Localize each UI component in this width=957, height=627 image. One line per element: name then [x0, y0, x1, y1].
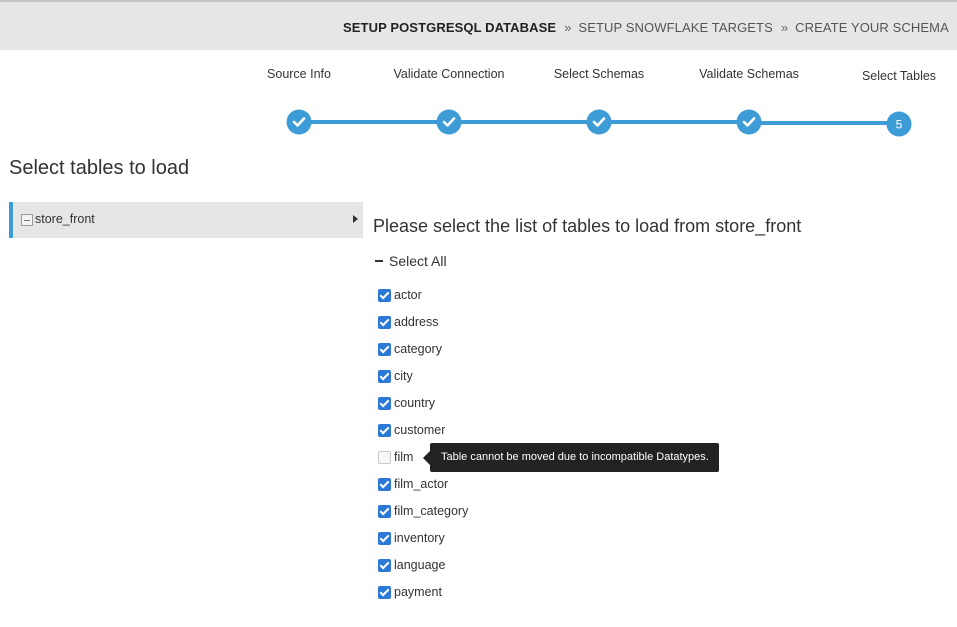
step-number: 5: [895, 117, 903, 131]
step-connector: [599, 120, 749, 124]
breadcrumb-step-setup-postgresql[interactable]: SETUP POSTGRESQL DATABASE: [343, 20, 556, 35]
breadcrumb-step-setup-snowflake[interactable]: SETUP SNOWFLAKE TARGETS: [578, 20, 772, 35]
table-row[interactable]: country: [378, 395, 468, 422]
table-checkbox[interactable]: [378, 370, 391, 383]
table-checkbox[interactable]: [378, 424, 391, 437]
table-name: category: [394, 342, 442, 356]
table-row[interactable]: film_actor: [378, 476, 468, 503]
table-name: film_actor: [394, 477, 449, 491]
table-checkbox-disabled: [378, 451, 391, 464]
step-connector: [299, 120, 449, 124]
step-complete-validate-schemas[interactable]: [736, 109, 762, 135]
step-complete-source-info[interactable]: [286, 109, 312, 135]
table-row[interactable]: inventory: [378, 530, 468, 557]
breadcrumb: SETUP POSTGRESQL DATABASE » SETUP SNOWFL…: [343, 17, 957, 37]
incompatible-table-tooltip: Table cannot be moved due to incompatibl…: [423, 443, 719, 472]
checkmark-icon: [292, 117, 306, 127]
tables-panel-heading: Please select the list of tables to load…: [373, 216, 802, 236]
table-checkbox[interactable]: [378, 478, 391, 491]
checkmark-icon: [742, 117, 756, 127]
step-label-validate-schemas: Validate Schemas: [699, 67, 799, 81]
top-bar: SETUP POSTGRESQL DATABASE » SETUP SNOWFL…: [0, 0, 957, 50]
checkmark-icon: [442, 117, 456, 127]
table-row[interactable]: film_category: [378, 503, 468, 530]
checkmark-icon: [592, 117, 606, 127]
table-row[interactable]: payment: [378, 584, 468, 611]
table-name: city: [394, 369, 413, 383]
breadcrumb-separator: »: [780, 19, 789, 35]
table-checkbox[interactable]: [378, 397, 391, 410]
table-name: address: [394, 315, 439, 329]
table-checkbox[interactable]: [378, 586, 391, 599]
table-checkbox[interactable]: [378, 559, 391, 572]
table-name: film_category: [394, 504, 469, 518]
select-all-toggle[interactable]: Select All: [375, 253, 447, 269]
table-checkbox[interactable]: [378, 289, 391, 302]
step-current-select-tables: 5: [886, 111, 912, 137]
table-row[interactable]: category: [378, 341, 468, 368]
table-name: payment: [394, 585, 442, 599]
step-complete-select-schemas[interactable]: [586, 109, 612, 135]
step-label-source-info: Source Info: [267, 67, 331, 81]
step-label-validate-connection: Validate Connection: [393, 67, 505, 81]
step-connector: [449, 120, 599, 124]
breadcrumb-separator: »: [564, 19, 572, 35]
table-row[interactable]: city: [378, 368, 468, 395]
select-all-label: Select All: [389, 253, 447, 269]
table-checkbox[interactable]: [378, 505, 391, 518]
table-checkbox[interactable]: [378, 316, 391, 329]
step-label-select-tables: Select Tables: [861, 69, 937, 83]
page-title: Select tables to load: [9, 157, 190, 179]
table-name: language: [394, 558, 446, 572]
table-name: customer: [394, 423, 446, 437]
table-name: film: [394, 450, 414, 464]
caret-right-icon: [353, 215, 358, 223]
step-label-select-schemas: Select Schemas: [553, 67, 645, 81]
table-checkbox[interactable]: [378, 532, 391, 545]
table-name: inventory: [394, 531, 445, 545]
table-row[interactable]: address: [378, 314, 468, 341]
step-complete-validate-connection[interactable]: [436, 109, 462, 135]
table-name: actor: [394, 288, 422, 302]
breadcrumb-step-create-schema[interactable]: CREATE YOUR SCHEMA: [795, 20, 949, 35]
table-name: country: [394, 396, 435, 410]
table-row[interactable]: actor: [378, 287, 468, 314]
schema-list-item[interactable]: store_front: [9, 202, 363, 238]
schema-name: store_front: [35, 212, 95, 226]
table-row[interactable]: language: [378, 557, 468, 584]
step-connector: [749, 121, 899, 125]
table-checkbox[interactable]: [378, 343, 391, 356]
minus-icon: [375, 260, 383, 262]
schema-partial-checkbox[interactable]: [21, 214, 33, 226]
